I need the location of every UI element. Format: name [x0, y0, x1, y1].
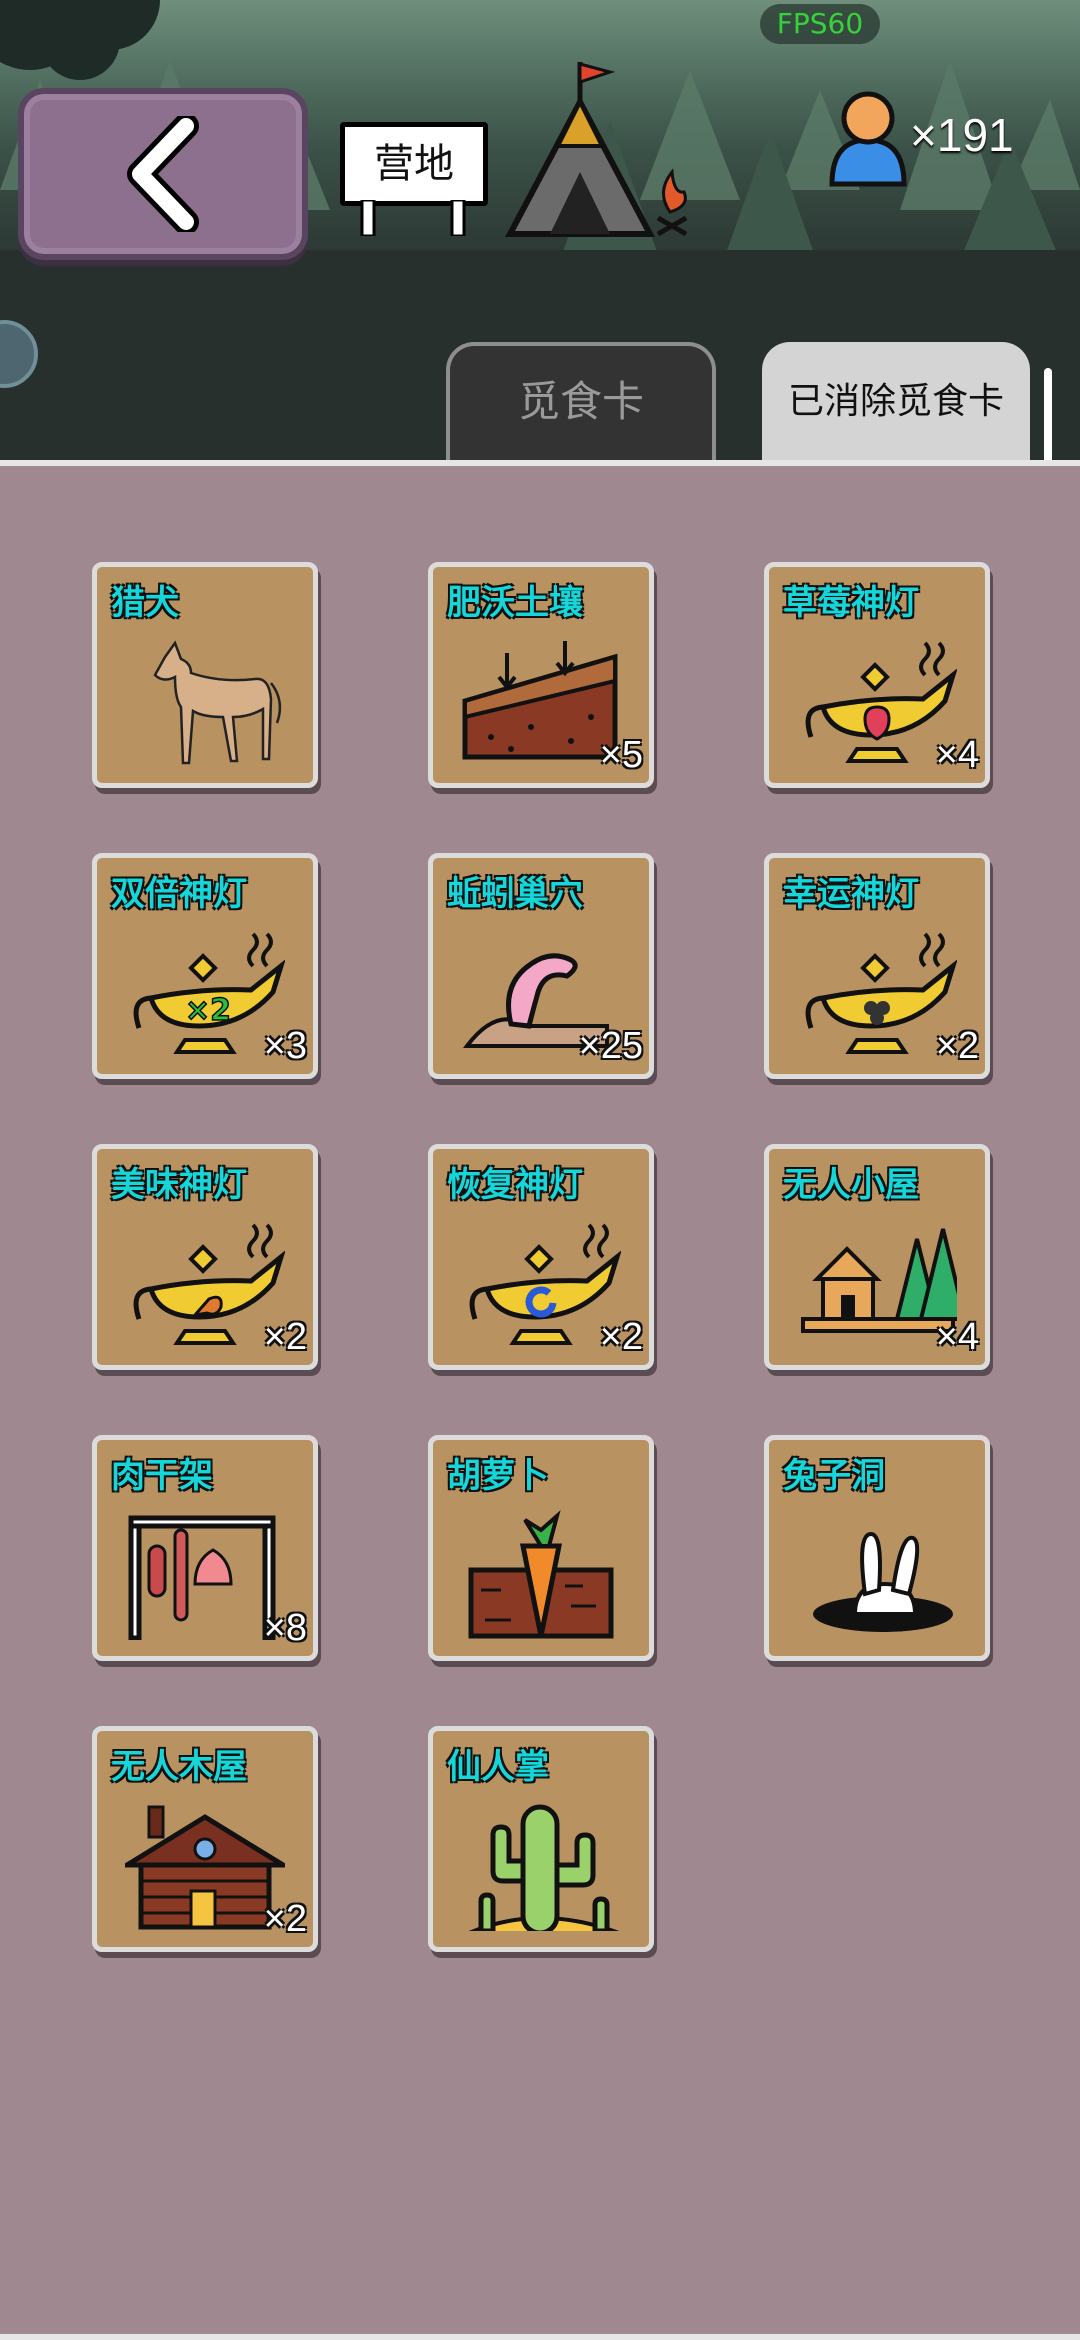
clover-lamp-icon: [805, 932, 957, 1054]
card-count: ×25: [578, 1025, 643, 1067]
forage-card[interactable]: 兔子洞: [764, 1435, 990, 1661]
forage-card[interactable]: 无人木屋 ×2: [92, 1726, 318, 1952]
card-name: 恢复神灯: [447, 1165, 583, 1205]
bottom-divider: [0, 2334, 1080, 2340]
population-count: ×191: [910, 109, 1014, 161]
drumstick-lamp-icon: [133, 1223, 285, 1345]
forage-card[interactable]: 无人小屋 ×4: [764, 1144, 990, 1370]
soil-icon: [462, 641, 618, 760]
tent-icon: [505, 62, 688, 237]
forage-card[interactable]: 蚯蚓巢穴 ×25: [428, 853, 654, 1079]
forage-card[interactable]: 猎犬: [92, 562, 318, 788]
card-name: 草莓神灯: [783, 583, 919, 623]
card-count: ×2: [263, 1316, 307, 1358]
cactus-icon: [468, 1804, 620, 1931]
card-name: 双倍神灯: [111, 874, 247, 914]
card-name: 蚯蚓巢穴: [447, 874, 583, 914]
card-name: 无人小屋: [783, 1165, 919, 1205]
forage-card[interactable]: 恢复神灯 ×2: [428, 1144, 654, 1370]
forage-card[interactable]: 幸运神灯 ×2: [764, 853, 990, 1079]
card-count: ×5: [599, 734, 643, 776]
forage-card[interactable]: 草莓神灯 ×4: [764, 562, 990, 788]
carrot-icon: [468, 1510, 614, 1639]
rabbit-hole-icon: [813, 1531, 953, 1632]
card-name: 无人木屋: [111, 1747, 247, 1787]
card-count: ×4: [935, 1316, 979, 1358]
header: FPS60 营地 ×191 觅食卡 已消除觅食卡: [0, 0, 1080, 462]
forage-card[interactable]: 肉干架 ×8: [92, 1435, 318, 1661]
card-count: ×4: [935, 734, 979, 776]
forage-card[interactable]: 美味神灯 ×2: [92, 1144, 318, 1370]
meat-rack-icon: [128, 1515, 276, 1640]
scrollbar[interactable]: [1044, 368, 1052, 462]
tab-removed-forage-cards[interactable]: 已消除觅食卡: [762, 342, 1030, 462]
svg-text:×2: ×2: [185, 993, 231, 1028]
card-grid: 猎犬 肥沃土壤 ×5 草莓神灯 ×4 双倍神灯 ×2 ×3 蚯蚓巢穴 ×25 幸运神灯 ×…: [0, 466, 1080, 2340]
tab-forage-cards[interactable]: 觅食卡: [446, 342, 716, 462]
card-count: ×2: [935, 1025, 979, 1067]
card-name: 美味神灯: [111, 1165, 247, 1205]
chevron-left-icon: [127, 116, 199, 232]
card-name: 兔子洞: [783, 1456, 885, 1496]
card-name: 猎犬: [111, 583, 179, 623]
card-name: 仙人掌: [447, 1747, 549, 1787]
camp-sign[interactable]: 营地: [340, 122, 488, 206]
restore-lamp-icon: [469, 1223, 621, 1345]
hut-icon: [801, 1228, 957, 1333]
card-name: 胡萝卜: [447, 1456, 549, 1496]
back-button[interactable]: [18, 88, 308, 260]
forage-card[interactable]: 双倍神灯 ×2 ×3: [92, 853, 318, 1079]
forage-card[interactable]: 肥沃土壤 ×5: [428, 562, 654, 788]
card-name: 肉干架: [111, 1456, 213, 1496]
card-count: ×3: [263, 1025, 307, 1067]
card-count: ×8: [263, 1607, 307, 1649]
card-count: ×2: [263, 1898, 307, 1940]
strawberry-lamp-icon: [805, 641, 957, 763]
log-cabin-icon: [125, 1805, 285, 1930]
dog-icon: [153, 640, 282, 765]
forage-card[interactable]: 胡萝卜: [428, 1435, 654, 1661]
double-lamp-icon: ×2: [133, 932, 285, 1054]
card-count: ×2: [599, 1316, 643, 1358]
card-name: 幸运神灯: [783, 874, 919, 914]
forage-card[interactable]: 仙人掌: [428, 1726, 654, 1952]
card-name: 肥沃土壤: [447, 583, 583, 623]
sign-posts: [360, 200, 466, 236]
population-icon: [829, 91, 907, 187]
fps-indicator: FPS60: [760, 4, 880, 44]
